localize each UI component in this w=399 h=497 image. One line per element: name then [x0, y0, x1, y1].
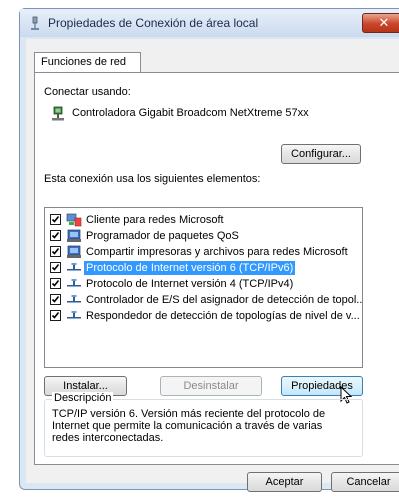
checkbox[interactable]	[50, 230, 61, 241]
service-icon	[67, 229, 81, 242]
list-item-cliente[interactable]: Cliente para redes Microsoft	[45, 212, 362, 228]
tab-panel: Conectar usando: Controladora Gigabit Br…	[34, 72, 399, 465]
item-label: Controlador de E/S del asignador de dete…	[86, 294, 363, 306]
network-client-icon	[66, 213, 82, 227]
item-label: Protocolo de Internet versión 6 (TCP/IPv…	[84, 261, 296, 275]
checkbox[interactable]	[50, 294, 61, 305]
ok-button[interactable]: Aceptar	[247, 472, 322, 492]
item-label: Respondedor de detección de topologías d…	[86, 310, 360, 322]
elements-list[interactable]: Cliente para redes Microsoft Programador…	[44, 207, 363, 368]
configure-button[interactable]: Configurar...	[281, 144, 361, 164]
list-item-qos[interactable]: Programador de paquetes QoS	[45, 228, 362, 244]
close-button[interactable]: ✕	[362, 13, 399, 33]
checkbox[interactable]	[50, 214, 61, 225]
item-label: Programador de paquetes QoS	[86, 230, 239, 242]
checkmark-icon	[51, 232, 60, 239]
checkbox[interactable]	[50, 278, 61, 289]
list-item-controlador[interactable]: Controlador de E/S del asignador de dete…	[45, 292, 362, 308]
list-item-respondedor[interactable]: Respondedor de detección de topologías d…	[45, 308, 362, 324]
properties-dialog: Propiedades de Conexión de área local ✕ …	[19, 8, 399, 492]
cancel-button[interactable]: Cancelar	[331, 472, 399, 492]
list-item-compartir[interactable]: Compartir impresoras y archivos para red…	[45, 244, 362, 260]
tab-funciones-de-red[interactable]: Funciones de red	[34, 52, 141, 72]
checkbox[interactable]	[50, 310, 61, 321]
description-text: TCP/IP versión 6. Versión más reciente d…	[52, 408, 326, 444]
protocol-icon	[67, 311, 81, 319]
checkbox[interactable]	[50, 262, 61, 273]
window-title: Propiedades de Conexión de área local	[48, 16, 259, 30]
item-label: Compartir impresoras y archivos para red…	[86, 246, 348, 258]
adapter-name: Controladora Gigabit Broadcom NetXtreme …	[72, 107, 309, 119]
checkmark-icon	[51, 264, 60, 271]
protocol-icon	[67, 279, 81, 287]
list-item-ipv6[interactable]: Protocolo de Internet versión 6 (TCP/IPv…	[45, 260, 362, 276]
connect-using-label: Conectar usando:	[44, 86, 131, 98]
checkmark-icon	[51, 296, 60, 303]
checkbox[interactable]	[50, 246, 61, 257]
network-adapter-icon	[52, 106, 64, 121]
description-group: Descripción TCP/IP versión 6. Versión má…	[44, 392, 363, 457]
dialog-client-area: Funciones de red Conectar usando: Contro…	[26, 39, 399, 492]
protocol-icon	[67, 263, 81, 271]
service-icon	[67, 245, 81, 258]
checkmark-icon	[51, 280, 60, 287]
checkmark-icon	[51, 312, 60, 319]
title-bar[interactable]: Propiedades de Conexión de área local ✕	[20, 9, 399, 37]
checkmark-icon	[51, 216, 60, 223]
list-item-ipv4[interactable]: Protocolo de Internet versión 4 (TCP/IPv…	[45, 276, 362, 292]
network-connection-icon	[31, 16, 39, 30]
item-label: Protocolo de Internet versión 4 (TCP/IPv…	[86, 278, 294, 290]
uninstall-button[interactable]: Desinstalar	[160, 376, 262, 396]
description-legend: Descripción	[52, 392, 114, 404]
elements-label: Esta conexión usa los siguientes element…	[44, 173, 261, 185]
item-label: Cliente para redes Microsoft	[86, 214, 224, 226]
protocol-icon	[67, 295, 81, 303]
checkmark-icon	[51, 248, 60, 255]
